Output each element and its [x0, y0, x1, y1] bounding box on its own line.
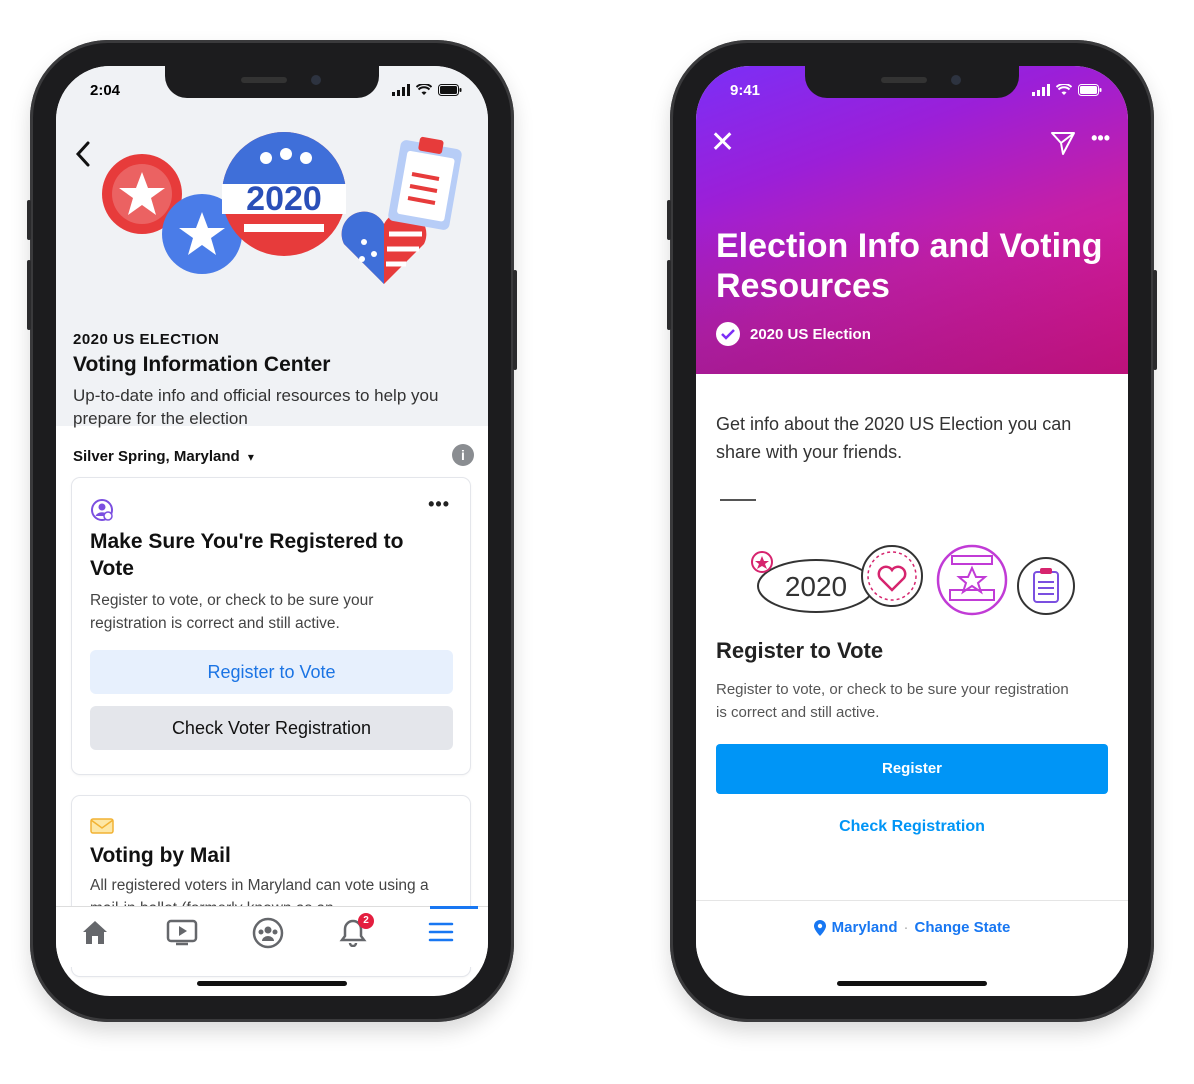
menu-icon[interactable] — [426, 917, 462, 953]
card-text: Register to vote, or check to be sure yo… — [90, 592, 374, 632]
clipboard-badge-icon — [1017, 557, 1075, 615]
clipboard-icon — [388, 136, 462, 230]
card-title: Voting by Mail — [90, 844, 231, 867]
wifi-icon — [1056, 84, 1072, 95]
2020-button-icon: 2020 — [222, 132, 346, 256]
active-tab-indicator — [430, 906, 478, 909]
card-title: Make Sure You're Registered to Vote — [90, 530, 404, 580]
send-icon[interactable] — [1050, 130, 1076, 156]
location-selector[interactable]: Silver Spring, Maryland ▾ — [73, 448, 254, 465]
register-illustration: 2020 — [751, 544, 1075, 616]
subtitle-text: 2020 US Election — [750, 325, 871, 343]
close-icon[interactable]: ✕ — [710, 128, 735, 158]
card-text: All registered voters in Maryland can vo… — [90, 877, 429, 910]
2020-oval-icon: 2020 — [751, 551, 875, 613]
status-bar: 9:41 — [696, 80, 1128, 102]
home-indicator — [837, 981, 987, 986]
battery-icon — [1078, 84, 1102, 96]
star-rosette-icon — [936, 544, 1008, 616]
ballot-check-icon — [716, 322, 740, 346]
footer-bar: Maryland · Change State — [696, 900, 1128, 957]
election-kicker: 2020 US ELECTION — [73, 331, 220, 348]
change-state-link[interactable]: Change State — [915, 919, 1011, 936]
intro-text: Get info about the 2020 US Election you … — [716, 414, 1072, 462]
home-icon[interactable] — [80, 917, 116, 953]
heart-badge-icon — [861, 545, 923, 607]
envelope-icon — [90, 818, 114, 834]
info-icon[interactable]: i — [452, 444, 474, 466]
status-time: 9:41 — [730, 82, 761, 99]
illustration-2020-text: 2020 — [785, 571, 847, 602]
page-description: Up-to-date info and official resources t… — [73, 386, 439, 428]
voter-icon — [91, 499, 113, 521]
registration-card: ••• Make Sure You're Registered to Vote … — [72, 478, 470, 774]
bottom-tab-bar: 2 — [56, 906, 488, 967]
home-indicator — [197, 981, 347, 986]
register-to-vote-button[interactable]: Register to Vote — [90, 650, 453, 694]
facebook-phone: 2:04 2020 2020 US ELECTION Voting Inform… — [27, 40, 517, 1022]
section-title: Register to Vote — [716, 638, 884, 663]
footer-separator: · — [903, 919, 909, 936]
notification-badge: 2 — [358, 913, 374, 929]
check-registration-link[interactable]: Check Registration — [696, 818, 1128, 836]
back-chevron-icon[interactable] — [74, 140, 92, 176]
register-button[interactable]: Register — [716, 744, 1108, 794]
page-title: Election Info and Voting Resources — [716, 227, 1103, 305]
divider — [720, 499, 756, 501]
signal-icon — [1032, 84, 1050, 96]
status-time: 2:04 — [90, 82, 121, 99]
card-more-icon[interactable]: ••• — [428, 494, 450, 515]
instagram-screen: 9:41 ✕ ••• Election Info and Voting Reso… — [696, 66, 1128, 996]
location-pin-icon — [813, 919, 826, 936]
election-illustration: 2020 — [102, 132, 462, 284]
more-options-icon[interactable]: ••• — [1091, 128, 1110, 149]
badge-2020-text: 2020 — [246, 180, 322, 218]
check-voter-registration-button[interactable]: Check Voter Registration — [90, 706, 453, 750]
facebook-screen: 2:04 2020 2020 US ELECTION Voting Inform… — [56, 66, 488, 996]
wifi-icon — [416, 84, 432, 95]
election-subtitle: 2020 US Election — [716, 322, 871, 346]
signal-icon — [392, 84, 410, 96]
instagram-phone: 9:41 ✕ ••• Election Info and Voting Reso… — [667, 40, 1157, 1022]
caret-down-icon: ▾ — [247, 450, 254, 464]
watch-icon[interactable] — [166, 917, 202, 953]
footer-location[interactable]: Maryland — [832, 919, 898, 936]
section-text: Register to vote, or check to be sure yo… — [716, 681, 1069, 721]
location-label: Silver Spring, Maryland — [73, 448, 240, 465]
notifications-icon[interactable]: 2 — [338, 913, 374, 953]
status-bar: 2:04 — [56, 80, 488, 102]
page-title: Voting Information Center — [73, 353, 331, 376]
groups-icon[interactable] — [252, 917, 288, 953]
battery-icon — [438, 84, 462, 96]
